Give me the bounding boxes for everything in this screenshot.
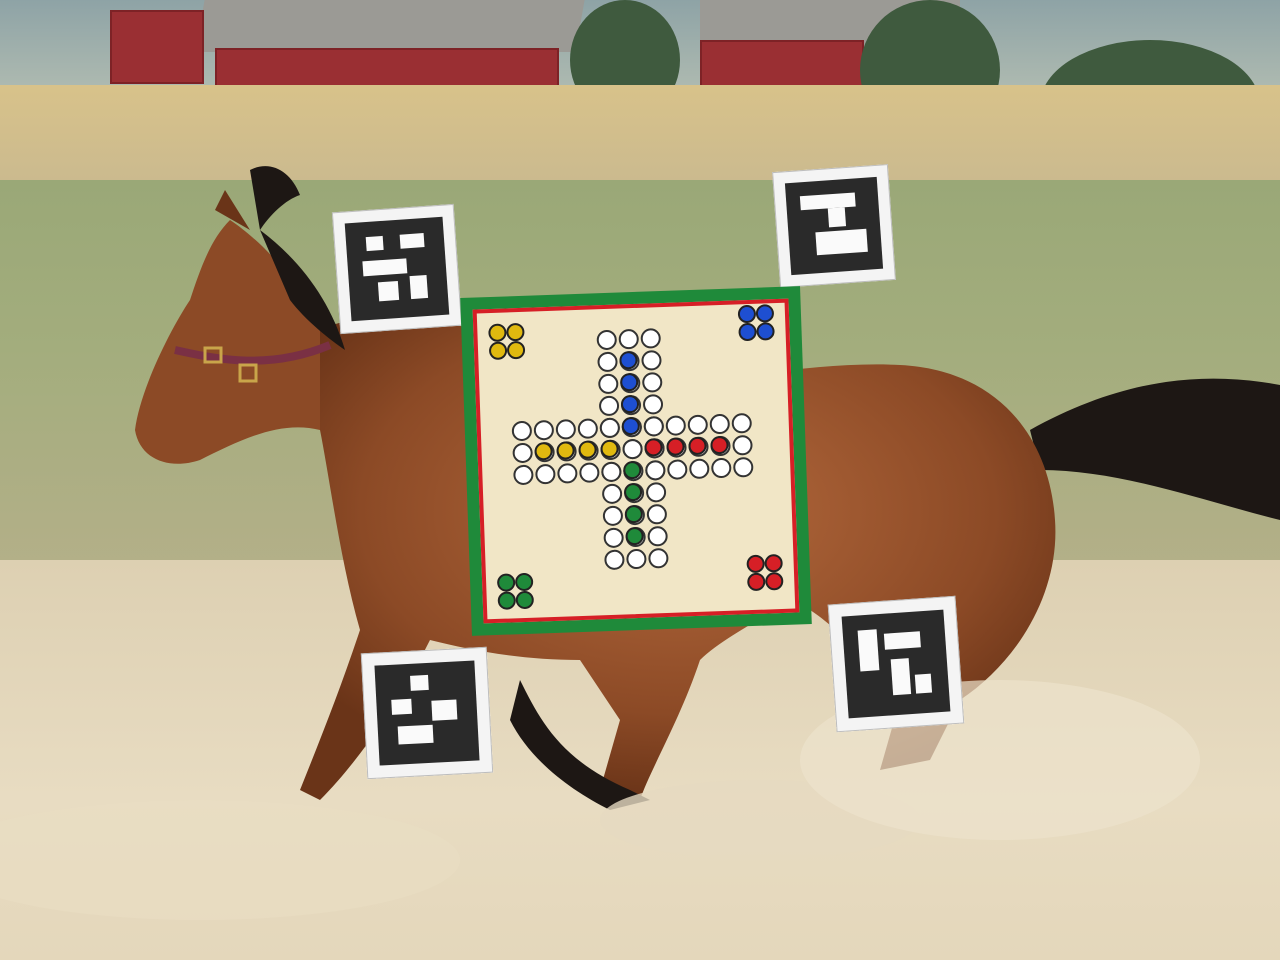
board-hole [511,420,533,442]
board-hole [577,418,599,440]
board-hole [599,417,621,439]
board-hole [601,461,622,483]
game-peg [746,572,766,592]
board-hole [597,351,618,373]
board-hole [648,547,669,569]
board-playing-surface [472,298,800,624]
board-hole [687,414,709,436]
fiducial-marker-top-left [331,203,463,335]
game-peg [488,323,507,343]
board-hole [512,442,533,464]
board-hole [640,328,662,349]
game-peg [756,322,775,341]
board-hole [665,415,687,436]
game-peg [506,340,526,360]
game-peg [515,590,535,610]
game-peg [497,591,517,610]
game-peg [488,341,508,361]
board-hole [731,412,753,434]
photo-scene [0,0,1280,960]
board-hole [597,373,619,395]
board-hole [513,464,534,486]
board-hole [642,394,664,415]
board-hole [596,329,618,351]
board-hole [579,462,600,483]
game-peg [738,322,757,342]
fiducial-marker-bottom-left [360,646,494,780]
board-hole [603,527,625,549]
board-hole [646,503,668,525]
board-hole [601,483,623,505]
board-hole [732,434,753,456]
fiducial-marker-bottom-right [827,595,965,733]
game-peg [514,572,534,592]
board-hole [710,457,732,479]
board-hole [732,456,754,478]
game-peg [506,322,525,342]
board-hole [622,438,643,460]
board-hole [598,395,620,417]
game-peg [764,553,783,573]
board-hole [647,525,668,547]
board-hole [535,463,556,485]
board-hole [645,481,667,503]
board-hole [618,328,640,350]
board-hole [688,458,710,480]
board-hole [709,413,731,435]
fiducial-marker-top-right [772,164,896,288]
board-hole [604,549,625,571]
board-hole [641,372,663,393]
board-hole [557,463,578,484]
board-hole [602,505,624,527]
board-hole [641,350,662,371]
ludo-game-board [460,286,812,636]
board-hole [555,419,577,440]
game-peg [496,573,516,592]
board-hole [533,419,555,441]
game-peg [746,554,765,574]
game-peg [737,304,757,324]
game-peg [764,571,784,591]
board-hole [643,416,665,437]
board-hole [644,459,666,481]
board-hole [626,548,647,570]
board-hole [666,459,688,480]
game-peg [755,304,775,323]
